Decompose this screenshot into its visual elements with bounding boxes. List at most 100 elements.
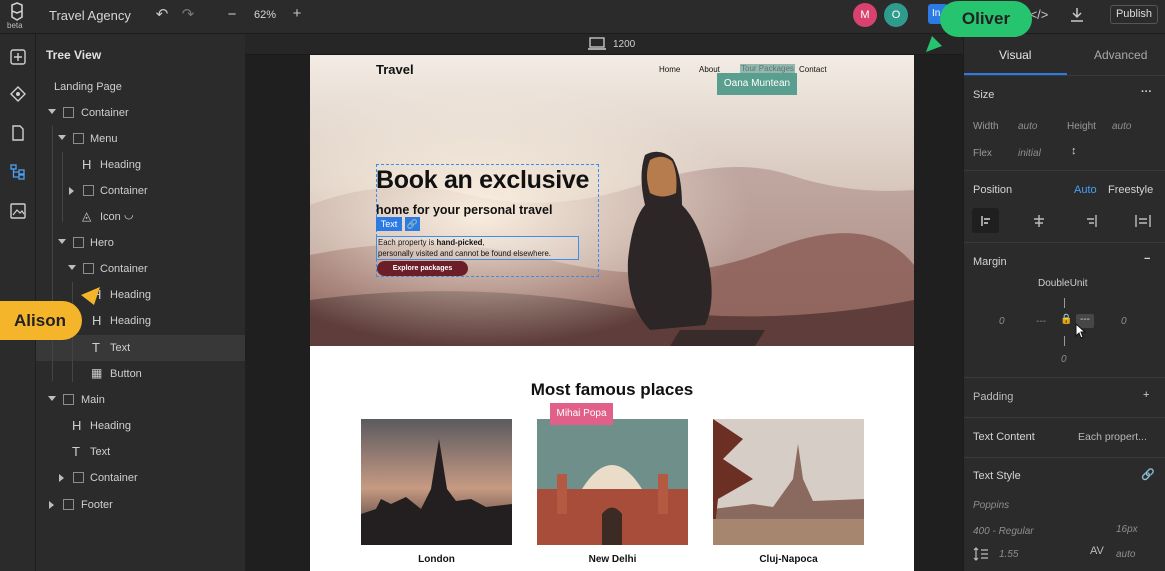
margin-left-value[interactable]: 0: [999, 316, 1005, 327]
tree-row-menu[interactable]: Menu: [36, 126, 245, 152]
breakpoint-ruler[interactable]: 1200: [245, 34, 963, 55]
cluj-napoca-image[interactable]: [713, 419, 864, 545]
position-auto[interactable]: Auto: [1074, 184, 1097, 196]
tree-row-container[interactable]: Container: [36, 100, 245, 126]
zoom-level[interactable]: 62%: [254, 9, 276, 21]
tree-row-button[interactable]: ▦ Button: [36, 361, 245, 387]
tree-row-hero[interactable]: Hero: [36, 230, 245, 256]
hero-subtitle[interactable]: home for your personal travel: [376, 203, 552, 217]
tab-advanced[interactable]: Advanced: [1094, 48, 1147, 62]
tree-row-container[interactable]: Container: [36, 465, 245, 491]
align-left-icon: [980, 215, 990, 226]
font-size-value[interactable]: 16px: [1116, 524, 1138, 535]
tree-row-text[interactable]: T Text: [36, 439, 245, 465]
place-cluj-napoca[interactable]: Cluj-Napoca: [713, 554, 864, 565]
place-new-delhi[interactable]: New Delhi: [537, 554, 688, 565]
hero-title[interactable]: Book an exclusive: [376, 166, 589, 195]
line-height-value[interactable]: 1.55: [999, 549, 1018, 560]
font-weight-value[interactable]: 400 - Regular: [973, 526, 1034, 537]
site-brand[interactable]: Travel: [376, 62, 414, 77]
caret-down-icon[interactable]: [68, 265, 76, 270]
tree-row-label: Text: [110, 342, 131, 354]
app-logo[interactable]: beta: [6, 2, 28, 32]
text-content-value[interactable]: Each propert...: [1078, 431, 1147, 443]
tree-row-footer[interactable]: Footer: [36, 492, 245, 518]
publish-button[interactable]: Publish: [1110, 5, 1158, 24]
hero-text-selected[interactable]: Each property is hand-picked, personally…: [376, 236, 579, 260]
position-freestyle[interactable]: Freestyle: [1108, 184, 1153, 196]
link-badge[interactable]: 🔗: [405, 217, 420, 231]
place-london[interactable]: London: [361, 554, 512, 565]
nav-contact[interactable]: Contact: [799, 65, 827, 74]
caret-right-icon[interactable]: [49, 501, 54, 509]
project-title[interactable]: Travel Agency: [49, 8, 131, 23]
explore-packages-button[interactable]: Explore packages: [377, 261, 468, 276]
lock-icon[interactable]: 🔒: [1060, 314, 1072, 325]
tree-row-icon[interactable]: ◬ Icon ◡: [36, 204, 245, 230]
add-element-button[interactable]: [7, 46, 29, 68]
caret-right-icon[interactable]: [69, 187, 74, 195]
flex-arrows-icon[interactable]: ↕: [1071, 145, 1077, 157]
text-style-section: Text Style 🔗 Poppins 400 - Regular 16px …: [964, 457, 1165, 571]
zoom-out-button[interactable]: −: [225, 7, 239, 23]
tree-view-button[interactable]: [7, 161, 29, 183]
viewport-width[interactable]: 1200: [613, 39, 635, 50]
tree-row-main[interactable]: Main: [36, 387, 245, 413]
add-padding-icon[interactable]: +: [1143, 389, 1149, 401]
align-right-icon[interactable]: [1084, 214, 1098, 228]
pages-button[interactable]: [7, 122, 29, 144]
text-style-title: Text Style: [973, 470, 1021, 482]
tab-visual[interactable]: Visual: [999, 48, 1031, 62]
align-center-icon[interactable]: [1032, 214, 1046, 228]
caret-down-icon[interactable]: [58, 135, 66, 140]
margin-top-line[interactable]: [1064, 298, 1065, 308]
collapse-icon[interactable]: −: [1144, 253, 1150, 265]
font-family-value[interactable]: Poppins: [973, 500, 1009, 511]
image-icon: [10, 203, 26, 219]
hero-text-part: ,: [482, 238, 485, 247]
nav-home[interactable]: Home: [659, 65, 680, 74]
width-value[interactable]: auto: [1018, 121, 1037, 132]
london-image[interactable]: [361, 419, 512, 545]
zoom-in-button[interactable]: +: [290, 6, 304, 22]
mouse-cursor-icon: [1075, 323, 1086, 339]
text-content-section: Text Content Each propert...: [964, 417, 1165, 457]
avatar-m[interactable]: M: [853, 3, 877, 27]
new-delhi-image[interactable]: [537, 419, 688, 545]
logo-icon: [11, 2, 23, 21]
width-label: Width: [973, 121, 999, 132]
tree-row-container[interactable]: Container: [36, 256, 245, 282]
section-title[interactable]: Most famous places: [310, 380, 914, 400]
link-style-icon[interactable]: 🔗: [1141, 468, 1155, 481]
margin-left-dash[interactable]: ---: [1036, 316, 1046, 327]
caret-right-icon[interactable]: [59, 474, 64, 482]
tree-root-landing-page[interactable]: Landing Page: [54, 81, 122, 93]
text-selection-badge[interactable]: Text: [376, 217, 402, 231]
avatar-o[interactable]: O: [884, 3, 908, 27]
link-icon: 🔗: [406, 219, 419, 229]
margin-unit[interactable]: DoubleUnit: [1038, 278, 1087, 289]
undo-icon[interactable]: ↶: [154, 7, 170, 23]
flex-value[interactable]: initial: [1018, 148, 1041, 159]
caret-down-icon[interactable]: [48, 396, 56, 401]
align-stretch-icon[interactable]: [1135, 214, 1151, 228]
letter-spacing-value[interactable]: auto: [1116, 549, 1135, 560]
margin-bottom-line[interactable]: [1064, 336, 1065, 346]
tree-row-heading[interactable]: H Heading: [36, 413, 245, 439]
assets-button[interactable]: [7, 200, 29, 222]
caret-down-icon[interactable]: [58, 239, 66, 244]
margin-right-value[interactable]: 0: [1121, 316, 1127, 327]
redo-icon[interactable]: ↷: [180, 7, 196, 23]
publish-label: Publish: [1115, 8, 1153, 20]
tree-row-heading[interactable]: H Heading: [36, 152, 245, 178]
download-icon[interactable]: [1068, 6, 1086, 24]
components-button[interactable]: [7, 83, 29, 105]
caret-down-icon[interactable]: [48, 109, 56, 114]
margin-bottom-value[interactable]: 0: [1061, 354, 1067, 365]
tree-row-container[interactable]: Container: [36, 178, 245, 204]
oliver-cursor-icon: [926, 36, 942, 52]
height-value[interactable]: auto: [1112, 121, 1131, 132]
nav-tour-packages[interactable]: Tour Packages: [740, 64, 795, 73]
more-icon[interactable]: ···: [1141, 86, 1152, 98]
align-left-button[interactable]: [972, 208, 999, 233]
